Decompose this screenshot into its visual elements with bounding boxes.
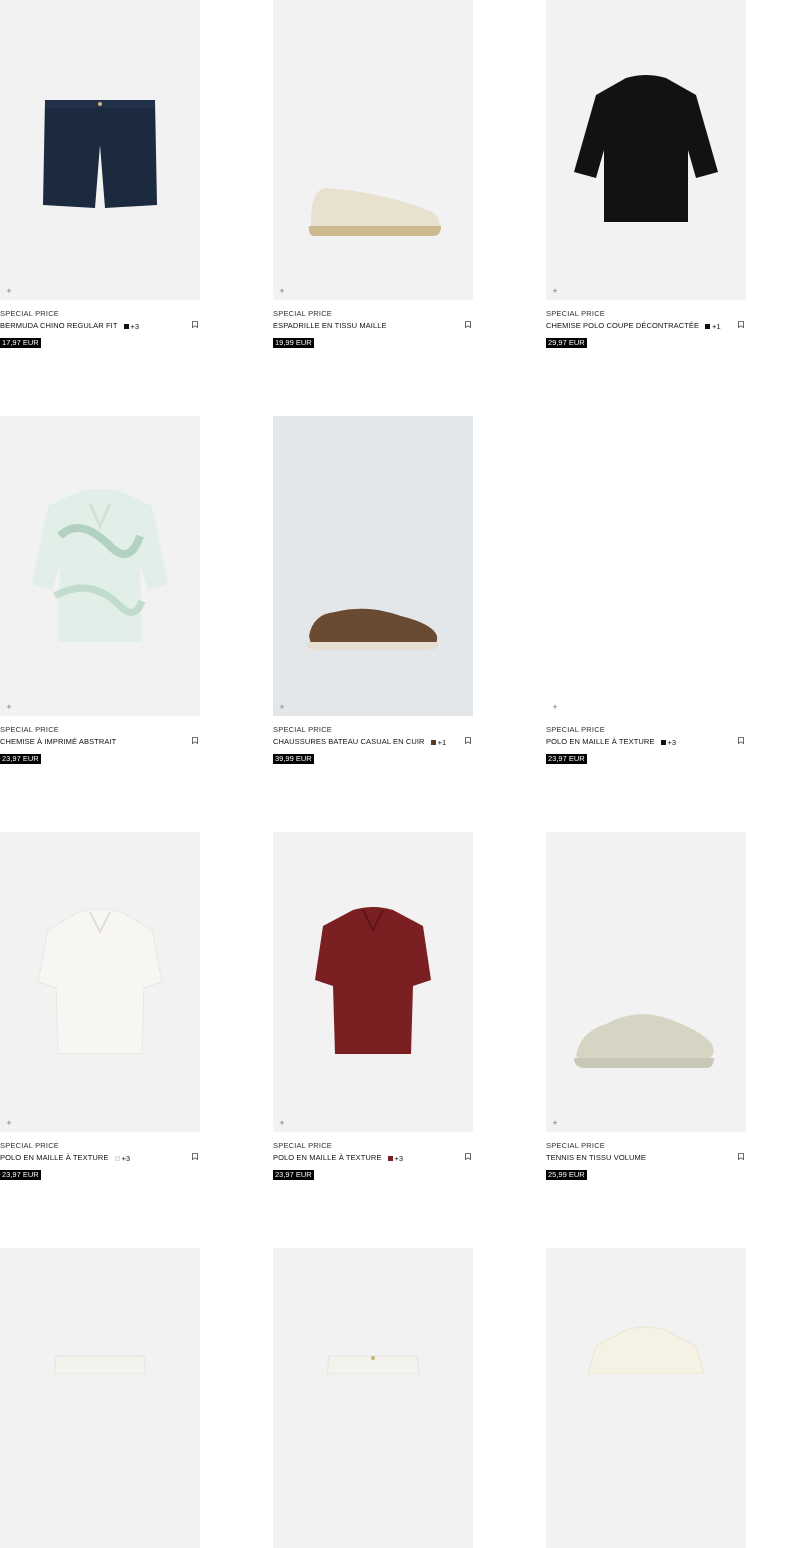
- bookmark-icon[interactable]: [465, 321, 471, 328]
- color-swatch[interactable]: [387, 1155, 393, 1161]
- add-to-cart-plus[interactable]: +: [4, 702, 14, 712]
- product-image[interactable]: +: [546, 416, 746, 716]
- price-tag: 25,99 EUR: [546, 1170, 587, 1180]
- product-name[interactable]: BERMUDA CHINO REGULAR FIT: [0, 320, 118, 332]
- bookmark-icon[interactable]: [738, 737, 744, 744]
- more-colors: +1: [437, 737, 447, 747]
- product-image[interactable]: +: [273, 0, 473, 300]
- special-price-label: SPECIAL PRICE: [273, 1141, 333, 1150]
- printed-shirt-icon: [32, 489, 168, 642]
- more-colors: +1: [712, 321, 721, 331]
- product-card[interactable]: [0, 1248, 200, 1548]
- price-tag: 23,97 EUR: [0, 754, 41, 764]
- color-swatch[interactable]: [660, 739, 666, 745]
- product-card[interactable]: + SPECIAL PRICE POLO EN MAILLE À TEXTURE…: [546, 416, 746, 764]
- bookmark-icon[interactable]: [465, 1153, 471, 1160]
- product-card[interactable]: + SPECIAL PRICE CHAUSSURES BATEAU CASUAL…: [273, 416, 473, 764]
- product-name[interactable]: CHEMISE POLO COUPE DÉCONTRACTÉE: [546, 320, 699, 332]
- product-card[interactable]: + SPECIAL PRICE CHEMISE À IMPRIMÉ ABSTRA…: [0, 416, 200, 764]
- color-swatch[interactable]: [430, 739, 436, 745]
- price-tag: 23,97 EUR: [546, 754, 587, 764]
- product-card[interactable]: [273, 1248, 473, 1548]
- bookmark-icon[interactable]: [738, 1153, 744, 1160]
- product-card[interactable]: [546, 1248, 746, 1548]
- product-card[interactable]: + SPECIAL PRICE BERMUDA CHINO REGULAR FI…: [0, 0, 200, 348]
- product-name[interactable]: CHAUSSURES BATEAU CASUAL EN CUIR: [273, 736, 425, 748]
- product-image[interactable]: +: [273, 416, 473, 716]
- add-to-cart-plus[interactable]: +: [550, 1118, 560, 1128]
- bookmark-icon[interactable]: [738, 321, 744, 328]
- white-polo-icon: [37, 908, 163, 1055]
- white-shorts-icon: [326, 1355, 420, 1375]
- special-price-label: SPECIAL PRICE: [0, 309, 60, 318]
- color-swatch[interactable]: [123, 323, 129, 329]
- special-price-label: SPECIAL PRICE: [273, 725, 333, 734]
- sneaker-icon: [574, 1014, 714, 1068]
- product-image[interactable]: +: [0, 832, 200, 1132]
- product-card[interactable]: + SPECIAL PRICE POLO EN MAILLE À TEXTURE…: [273, 832, 473, 1180]
- product-name[interactable]: TENNIS EN TISSU VOLUME: [546, 1152, 646, 1164]
- more-colors: +3: [130, 321, 140, 331]
- price-tag: 23,97 EUR: [0, 1170, 41, 1180]
- white-trousers-icon: [53, 1355, 147, 1375]
- product-card[interactable]: + SPECIAL PRICE TENNIS EN TISSU VOLUME 2…: [546, 832, 746, 1180]
- product-name[interactable]: POLO EN MAILLE À TEXTURE: [546, 736, 655, 748]
- product-card[interactable]: + SPECIAL PRICE POLO EN MAILLE À TEXTURE…: [0, 832, 200, 1180]
- price-tag: 17,97 EUR: [0, 338, 41, 348]
- price-tag: 23,97 EUR: [273, 1170, 314, 1180]
- product-name[interactable]: ESPADRILLE EN TISSU MAILLE: [273, 320, 387, 332]
- bookmark-icon[interactable]: [192, 1153, 198, 1160]
- product-name[interactable]: CHEMISE À IMPRIMÉ ABSTRAIT: [0, 736, 116, 748]
- product-image[interactable]: +: [273, 832, 473, 1132]
- special-price-label: SPECIAL PRICE: [0, 1141, 60, 1150]
- bookmark-icon[interactable]: [192, 321, 198, 328]
- bookmark-icon[interactable]: [465, 737, 471, 744]
- product-name[interactable]: POLO EN MAILLE À TEXTURE: [0, 1152, 109, 1164]
- shorts-icon: [43, 100, 157, 208]
- product-card[interactable]: + SPECIAL PRICE CHEMISE POLO COUPE DÉCON…: [546, 0, 746, 348]
- product-image[interactable]: +: [546, 832, 746, 1132]
- add-to-cart-plus[interactable]: +: [277, 286, 287, 296]
- more-colors: +3: [667, 737, 677, 747]
- product-image[interactable]: [546, 1248, 746, 1548]
- bookmark-icon[interactable]: [192, 737, 198, 744]
- add-to-cart-plus[interactable]: +: [4, 286, 14, 296]
- more-colors: +3: [394, 1153, 404, 1163]
- add-to-cart-plus[interactable]: +: [550, 286, 560, 296]
- special-price-label: SPECIAL PRICE: [273, 309, 333, 318]
- price-tag: 29,97 EUR: [546, 338, 587, 348]
- color-swatch[interactable]: [705, 323, 711, 329]
- add-to-cart-plus[interactable]: +: [277, 702, 287, 712]
- more-colors: +3: [121, 1153, 131, 1163]
- product-name[interactable]: POLO EN MAILLE À TEXTURE: [273, 1152, 382, 1164]
- product-image[interactable]: +: [0, 0, 200, 300]
- special-price-label: SPECIAL PRICE: [546, 725, 606, 734]
- boat-shoe-icon: [306, 608, 439, 650]
- product-image[interactable]: [273, 1248, 473, 1548]
- color-swatch[interactable]: [114, 1155, 120, 1161]
- special-price-label: SPECIAL PRICE: [546, 1141, 606, 1150]
- cream-shirt-icon: [587, 1326, 705, 1375]
- add-to-cart-plus[interactable]: +: [550, 702, 560, 712]
- special-price-label: SPECIAL PRICE: [546, 309, 606, 318]
- red-polo-icon: [315, 907, 431, 1054]
- product-image[interactable]: +: [546, 0, 746, 300]
- product-card[interactable]: + SPECIAL PRICE ESPADRILLE EN TISSU MAIL…: [273, 0, 473, 348]
- product-image[interactable]: [0, 1248, 200, 1548]
- special-price-label: SPECIAL PRICE: [0, 725, 60, 734]
- product-image[interactable]: +: [0, 416, 200, 716]
- price-tag: 19,99 EUR: [273, 338, 314, 348]
- add-to-cart-plus[interactable]: +: [277, 1118, 287, 1128]
- espadrille-icon: [308, 188, 441, 236]
- black-shirt-icon: [574, 75, 718, 222]
- add-to-cart-plus[interactable]: +: [4, 1118, 14, 1128]
- price-tag: 39,99 EUR: [273, 754, 314, 764]
